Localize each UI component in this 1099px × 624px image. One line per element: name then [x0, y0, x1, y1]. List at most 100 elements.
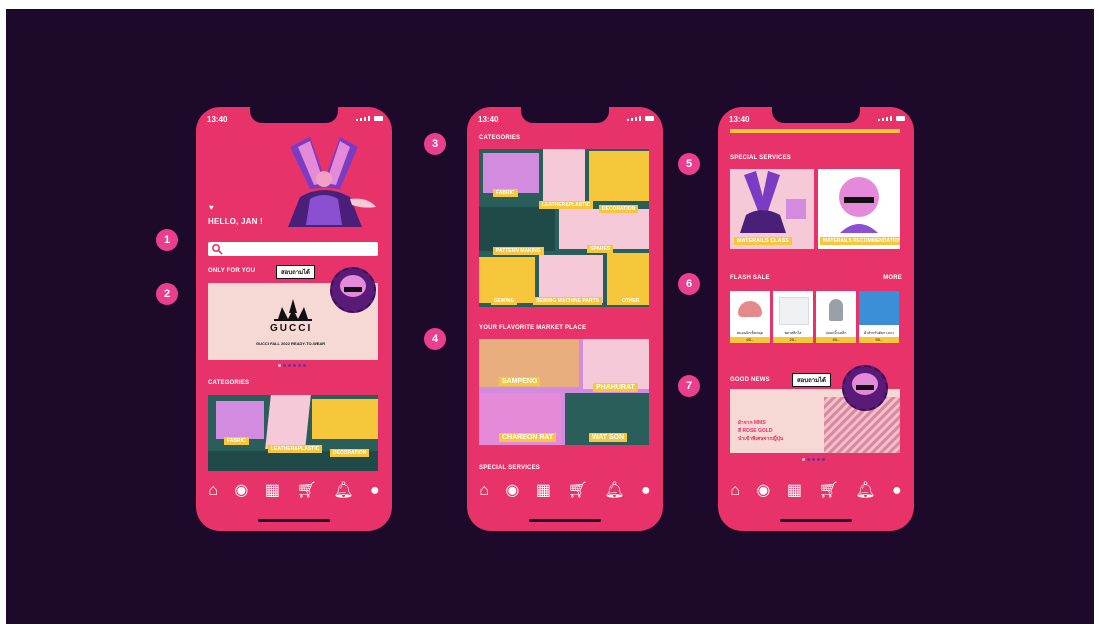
market-sampeng[interactable]: SAMPENG [499, 377, 541, 386]
grid-icon[interactable]: ▦ [536, 483, 551, 499]
phone-categories-screen: 13:40 CATEGORIES FABRIC LEATHER&PLASTIC … [467, 107, 663, 531]
category-other[interactable]: OTHER [619, 297, 643, 305]
phone-notch [250, 107, 338, 123]
flash-item-name: พลาสติกใส [784, 331, 802, 335]
search-input[interactable] [208, 242, 378, 256]
heart-icon[interactable]: ♥ [209, 203, 214, 212]
categories-title: CATEGORIES [208, 380, 250, 386]
spool-icon[interactable]: ◉ [505, 483, 519, 499]
bell-icon[interactable]: 🔔︎ [855, 483, 875, 499]
categories-preview[interactable]: FABRIC LEATHER&PLASTIC DECORATION [208, 395, 378, 471]
spool-icon[interactable]: ◉ [756, 483, 770, 499]
category-sewing[interactable]: SEWING [491, 297, 518, 305]
grid-icon[interactable]: ▦ [265, 483, 280, 499]
phone-home-screen: 13:40 ♥ HELLO, JAN ! ONLY FOR YOU GUCCI … [196, 107, 392, 531]
cart-icon[interactable]: 🛒︎ [567, 483, 587, 499]
pincushion-image [738, 301, 762, 317]
service-materials-class[interactable]: MATERAILS CLASS [730, 169, 814, 249]
grid-icon[interactable]: ▦ [787, 483, 802, 499]
annotation-1: 1 [156, 229, 178, 251]
greeting-text: HELLO, JAN ! [208, 217, 263, 226]
flash-item-price: 40.- [816, 337, 856, 343]
annotation-4: 4 [424, 328, 446, 350]
hero-illustration [288, 137, 376, 227]
market-chareon-rat[interactable]: CHAREON RAT [499, 433, 557, 442]
special-services-title: SPECIAL SERVICES [730, 155, 791, 161]
flash-item-price: 20.- [773, 337, 813, 343]
flash-item-fabric[interactable]: ผ้าสำหรับตัดกางเกง 50.- [859, 291, 899, 343]
battery-icon [645, 116, 654, 121]
phone-notch [521, 107, 609, 123]
category-spares[interactable]: SPARES [587, 245, 614, 253]
user-icon[interactable]: ● [641, 483, 651, 499]
special-services-title: SPECIAL SERVICES [479, 465, 540, 471]
phone-services-screen: 13:40 SPECIAL SERVICES MATERAILS CLASS M… [718, 107, 914, 531]
user-icon[interactable]: ● [370, 483, 380, 499]
flash-sale-more-link[interactable]: MORE [883, 275, 902, 281]
user-icon[interactable]: ● [892, 483, 902, 499]
market-wat-son[interactable]: WAT SON [589, 433, 628, 442]
good-news-title: GOOD NEWS [730, 377, 770, 383]
service-label-recommendation: MATERAILS RECOMMENDATION [820, 237, 900, 245]
ask-tag[interactable]: สอบถามได้ [792, 373, 831, 387]
flash-item-name: ปลอกนิ้วเหล็ก [825, 331, 847, 335]
scrolled-strip [730, 129, 900, 133]
flash-item-name: หมอนปักเข็มหมุด [736, 331, 764, 335]
category-leather-plastic[interactable]: LEATHER&PLASTIC [539, 201, 594, 209]
bottom-nav: ⌂ ◉ ▦ 🛒︎ 🔔︎ ● [467, 480, 663, 502]
carousel-dots[interactable] [278, 364, 306, 367]
banner-caption: GUCCI FALL 2022 READY-TO-WEAR [256, 341, 326, 346]
categories-grid: FABRIC LEATHER&PLASTIC DECORATION PATTER… [479, 149, 649, 307]
home-indicator [780, 519, 852, 522]
home-icon[interactable]: ⌂ [479, 483, 489, 499]
category-pattern-making[interactable]: PATTERN MAKING [493, 247, 544, 255]
mascot-avatar [842, 365, 888, 411]
market-phahurat[interactable]: PHAHURAT [593, 383, 638, 392]
flash-item-name: ผ้าสำหรับตัดกางเกง [864, 331, 894, 335]
thimble-image [829, 299, 843, 321]
flash-item-pincushion[interactable]: หมอนปักเข็มหมุด 60.- [730, 291, 770, 343]
annotation-7: 7 [678, 375, 700, 397]
battery-icon [896, 116, 905, 121]
cart-icon[interactable]: 🛒︎ [296, 483, 316, 499]
service-materials-recommendation[interactable]: MATERAILS RECOMMENDATION [818, 169, 900, 249]
home-icon[interactable]: ⌂ [208, 483, 218, 499]
category-fabric[interactable]: FABRIC [224, 437, 249, 445]
market-title: YOUR FLAVORITE MARKET PLACE [479, 325, 587, 331]
category-fabric[interactable]: FABRIC [493, 189, 518, 197]
cart-icon[interactable]: 🛒︎ [818, 483, 838, 499]
annotation-5: 5 [678, 153, 700, 175]
ask-tag[interactable]: สอบถามได้ [276, 265, 315, 279]
only-for-you-title: ONLY FOR YOU [208, 268, 256, 274]
carousel-dots[interactable] [802, 458, 825, 461]
spool-icon[interactable]: ◉ [234, 483, 248, 499]
bell-icon[interactable]: 🔔︎ [604, 483, 624, 499]
category-leather[interactable]: LEATHER&PLASTIC [268, 445, 323, 453]
class-illustration [740, 171, 806, 233]
phone-notch [772, 107, 860, 123]
home-indicator [258, 519, 330, 522]
home-indicator [529, 519, 601, 522]
bell-icon[interactable]: 🔔︎ [333, 483, 353, 499]
annotation-2: 2 [156, 283, 178, 305]
fabric-image [859, 291, 899, 325]
category-sewing-machine-parts[interactable]: SEWING MACHINE PARTS [533, 297, 602, 305]
signal-icon [878, 116, 892, 121]
category-decoration[interactable]: DECORATION [330, 449, 370, 457]
status-time: 13:40 [729, 115, 750, 124]
annotation-3: 3 [424, 133, 446, 155]
news-line-3: นำเข้าพิเศษจากญี่ปุ่น [738, 436, 784, 442]
search-icon [211, 243, 223, 255]
flash-item-plastic[interactable]: พลาสติกใส 20.- [773, 291, 813, 343]
presentation-stage: 1 2 3 4 5 6 7 13:40 ♥ HELLO, JAN ! ONLY … [6, 9, 1094, 624]
service-label-class: MATERAILS CLASS [734, 237, 792, 245]
status-time: 13:40 [478, 115, 499, 124]
home-icon[interactable]: ⌂ [730, 483, 740, 499]
news-line-1: ผ้าจาก MMS [738, 420, 766, 426]
flash-item-thimble[interactable]: ปลอกนิ้วเหล็ก 40.- [816, 291, 856, 343]
plastic-image [779, 297, 809, 325]
category-decoration[interactable]: DECORATION [599, 205, 639, 213]
mascot-avatar [330, 267, 376, 313]
annotation-6: 6 [678, 273, 700, 295]
bottom-nav: ⌂ ◉ ▦ 🛒︎ 🔔︎ ● [718, 480, 914, 502]
